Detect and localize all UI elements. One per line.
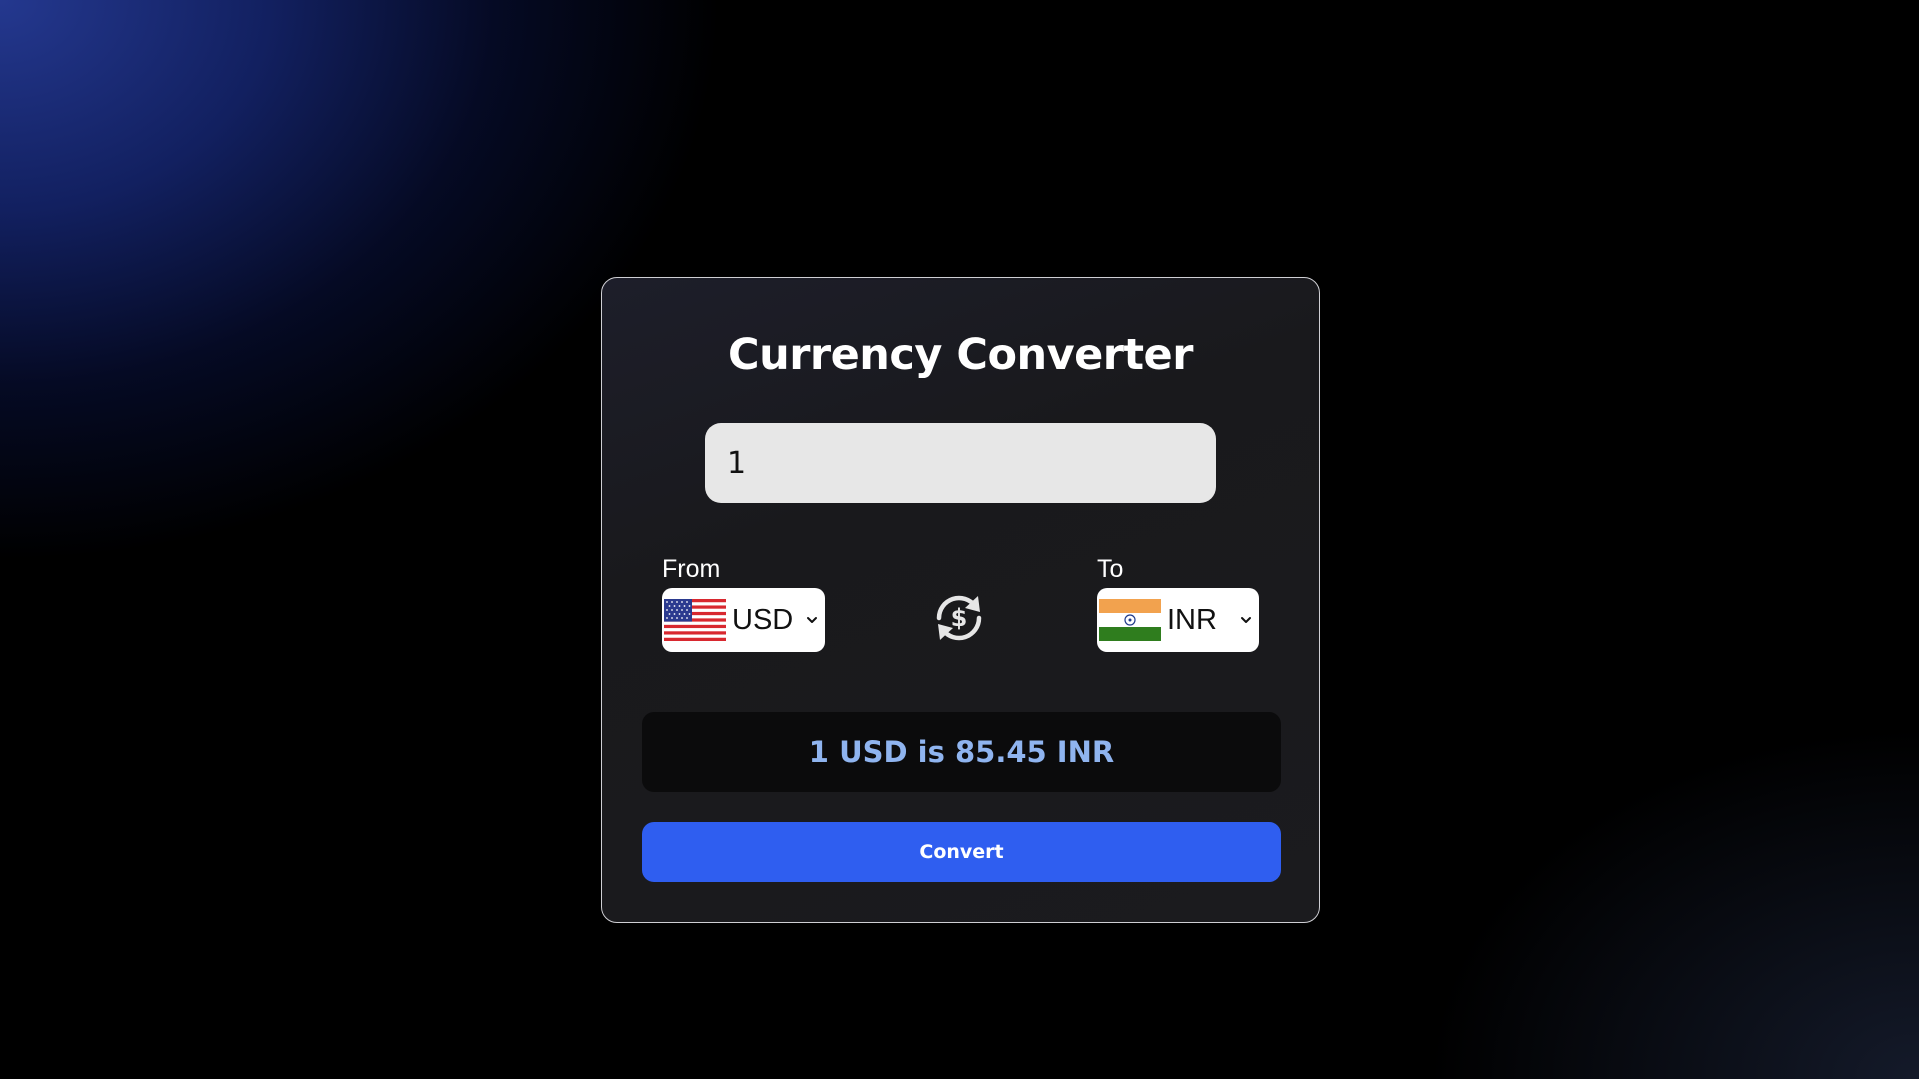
conversion-result: 1 USD is 85.45 INR (642, 712, 1281, 792)
chevron-down-icon (1241, 617, 1251, 623)
convert-button[interactable]: Convert (642, 822, 1281, 882)
amount-input[interactable] (705, 423, 1216, 503)
currency-exchange-icon[interactable]: $ (929, 588, 989, 648)
svg-text:$: $ (951, 604, 968, 632)
app-title: Currency Converter (728, 330, 1193, 380)
india-flag-icon (1099, 599, 1161, 641)
to-label: To (1097, 555, 1124, 583)
chevron-down-icon (807, 617, 817, 623)
from-currency-select[interactable]: USD (662, 588, 825, 652)
converter-card: Currency Converter From US (601, 277, 1320, 923)
to-currency-select[interactable]: INR (1097, 588, 1259, 652)
from-label: From (662, 555, 721, 583)
from-currency-code: USD (732, 603, 794, 636)
us-flag-icon (664, 599, 726, 641)
to-currency-code: INR (1167, 603, 1217, 636)
